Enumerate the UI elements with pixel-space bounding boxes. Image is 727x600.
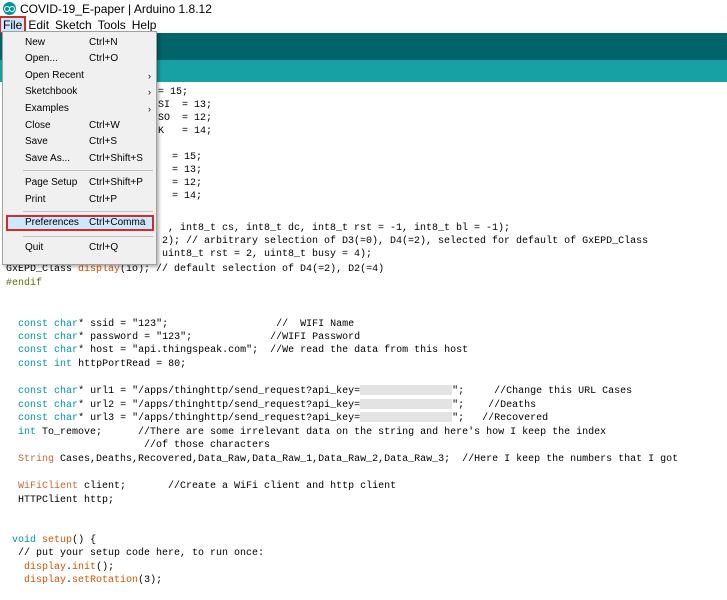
code-line: K = 14;: [158, 126, 213, 137]
code-line: const char* host = "api.thingspeak.com";…: [18, 345, 469, 356]
code-line: = 15;: [158, 87, 189, 98]
code-line: HTTPClient http;: [6, 495, 115, 506]
menu-item-print[interactable]: Print Ctrl+P: [3, 192, 156, 208]
code-line: const char* password = "123"; //WIFI Pas…: [18, 332, 361, 343]
code-line: uint8_t rst = 2, uint8_t busy = 4);: [162, 249, 373, 260]
menu-separator: [23, 170, 153, 171]
arduino-logo-icon: [3, 2, 16, 15]
code-line: String Cases,Deaths,Recovered,Data_Raw,D…: [18, 454, 679, 465]
menu-item-open-recent[interactable]: Open Recent ›: [3, 68, 156, 84]
code-line: const char* url2 = "/apps/thinghttp/send…: [18, 399, 537, 411]
menu-item-preferences[interactable]: Preferences Ctrl+Comma: [6, 215, 154, 231]
code-line: const char* ssid = "123"; // WIFI Name: [18, 319, 355, 330]
code-line: const int httpPortRead = 80;: [18, 359, 187, 370]
code-line: // put your setup code here, to run once…: [6, 548, 265, 559]
menu-item-sketchbook[interactable]: Sketchbook ›: [3, 84, 156, 100]
code-line: SO = 12;: [158, 113, 213, 124]
code-line: #endif: [6, 278, 43, 289]
code-line: SI = 13;: [158, 100, 213, 111]
code-line: const char* url1 = "/apps/thinghttp/send…: [18, 385, 633, 397]
file-menu-dropdown: New Ctrl+N Open... Ctrl+O Open Recent › Ske…: [2, 31, 157, 265]
code-line: = 13;: [172, 165, 203, 176]
code-line: WiFiClient client; //Create a WiFi clien…: [18, 481, 397, 492]
menu-item-examples[interactable]: Examples ›: [3, 101, 156, 117]
menu-item-open[interactable]: Open... Ctrl+O: [3, 51, 156, 67]
redacted-api-key: [360, 385, 453, 396]
menu-separator: [23, 236, 153, 237]
menu-item-page-setup[interactable]: Page Setup Ctrl+Shift+P: [3, 175, 156, 191]
code-line: = 12;: [172, 178, 203, 189]
code-line: int To_remove; //There are some irreleva…: [18, 427, 607, 438]
menu-item-quit[interactable]: Quit Ctrl+Q: [3, 240, 156, 256]
code-line: = 14;: [172, 191, 203, 202]
code-line: 2); // arbitrary selection of D3(=0), D4…: [162, 236, 649, 247]
title-bar: COVID-19_E-paper | Arduino 1.8.12: [0, 0, 727, 17]
code-line: //of those characters: [6, 440, 271, 451]
menu-item-save-as[interactable]: Save As... Ctrl+Shift+S: [3, 151, 156, 167]
code-line: = 15;: [172, 152, 203, 163]
redacted-api-key: [360, 399, 453, 410]
menu-item-save[interactable]: Save Ctrl+S: [3, 134, 156, 150]
code-line: display.setRotation(3);: [24, 575, 163, 586]
menu-separator: [23, 211, 153, 212]
menu-item-new[interactable]: New Ctrl+N: [3, 35, 156, 51]
code-line: display.init();: [24, 562, 115, 573]
code-line: void setup() {: [12, 535, 97, 546]
submenu-arrow-icon: ›: [148, 71, 151, 81]
window-title: COVID-19_E-paper | Arduino 1.8.12: [20, 1, 212, 16]
submenu-arrow-icon: ›: [148, 104, 151, 114]
redacted-api-key: [360, 412, 453, 423]
menu-item-close[interactable]: Close Ctrl+W: [3, 118, 156, 134]
code-line: const char* url3 = "/apps/thinghttp/send…: [18, 412, 549, 424]
code-line: , int8_t cs, int8_t dc, int8_t rst = -1,…: [168, 223, 511, 234]
submenu-arrow-icon: ›: [148, 87, 151, 97]
